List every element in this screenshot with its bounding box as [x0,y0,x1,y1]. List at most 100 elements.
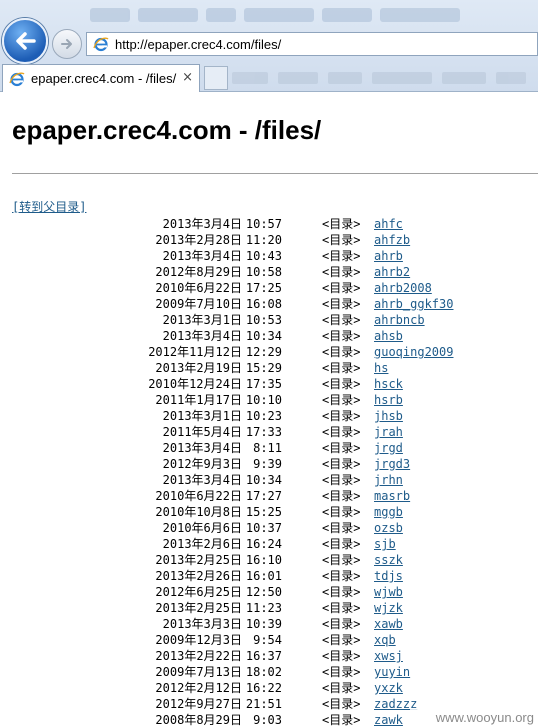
entry-time: 16:24 [245,537,282,551]
entry-date: 2012年11月12日 [148,345,242,359]
table-row: 2009年7月13日 18:02 <目录> yuyin [0,664,538,680]
entry-time: 10:37 [245,521,282,535]
navigation-row: http://epaper.crec4.com/files/ [0,0,538,64]
entry-time: 21:51 [245,697,282,711]
table-row: 2009年7月10日 16:08 <目录> ahrb_ggkf30 [0,296,538,312]
entry-time: 10:43 [245,249,282,263]
entry-type: <目录> [322,313,361,327]
entry-type: <目录> [322,633,361,647]
listing-rows: 2013年3月4日 10:57 <目录> ahfc 2013年2月28日 11:20 <目录… [0,216,538,727]
entry-link[interactable]: zawk [374,712,403,727]
entry-link[interactable]: yxzk [374,680,403,696]
entry-link[interactable]: hsck [374,376,403,392]
table-row: 2013年3月4日 10:34 <目录> ahsb [0,328,538,344]
entry-link[interactable]: ozsb [374,520,403,536]
table-row: 2013年2月19日 15:29 <目录> hs [0,360,538,376]
entry-link[interactable]: ahrb_ggkf30 [374,296,453,312]
entry-date: 2010年6月6日 [162,521,242,535]
entry-link[interactable]: hs [374,360,388,376]
entry-link[interactable]: yuyin [374,664,410,680]
entry-link[interactable]: jrgd [374,440,403,456]
entry-time: 11:20 [245,233,282,247]
entry-link[interactable]: wjwb [374,584,403,600]
entry-type: <目录> [322,569,361,583]
entry-time: 10:57 [245,217,282,231]
table-row: 2013年3月4日 10:43 <目录> ahrb [0,248,538,264]
entry-date: 2010年10月8日 [155,505,242,519]
entry-link[interactable]: jrgd3 [374,456,410,472]
entry-type: <目录> [322,505,361,519]
entry-type: <目录> [322,329,361,343]
entry-date: 2013年2月25日 [155,553,242,567]
entry-link[interactable]: xawb [374,616,403,632]
entry-date: 2013年3月4日 [162,441,242,455]
table-row: 2013年2月6日 16:24 <目录> sjb [0,536,538,552]
entry-time: 10:34 [245,329,282,343]
back-button[interactable] [2,18,48,64]
entry-link[interactable]: ahsb [374,328,403,344]
entry-link[interactable]: jhsb [374,408,403,424]
entry-date: 2009年7月13日 [155,665,242,679]
entry-type: <目录> [322,265,361,279]
entry-link[interactable]: sjb [374,536,396,552]
table-row: 2013年3月4日 8:11 <目录> jrgd [0,440,538,456]
entry-time: 10:58 [245,265,282,279]
entry-date: 2013年3月4日 [162,249,242,263]
forward-button[interactable] [52,29,82,59]
entry-link[interactable]: ahfc [374,216,403,232]
table-row: 2011年1月17日 10:10 <目录> hsrb [0,392,538,408]
entry-link[interactable]: xqb [374,632,396,648]
table-row: 2013年2月25日 16:10 <目录> sszk [0,552,538,568]
address-bar[interactable]: http://epaper.crec4.com/files/ [86,32,538,56]
entry-time: 17:27 [245,489,282,503]
entry-link[interactable]: masrb [374,488,410,504]
divider [12,173,538,174]
entry-date: 2013年2月19日 [155,361,242,375]
entry-date: 2012年9月3日 [162,457,242,471]
entry-date: 2013年2月26日 [155,569,242,583]
entry-link[interactable]: mggb [374,504,403,520]
entry-date: 2013年2月25日 [155,601,242,615]
entry-type: <目录> [322,489,361,503]
entry-type: <目录> [322,601,361,615]
entry-type: <目录> [322,377,361,391]
entry-time: 15:29 [245,361,282,375]
entry-date: 2012年2月12日 [155,681,242,695]
entry-type: <目录> [322,217,361,231]
new-tab-button[interactable] [204,66,228,90]
entry-link[interactable]: ahrb2008 [374,280,432,296]
entry-date: 2012年8月29日 [155,265,242,279]
watermark: www.wooyun.org [410,709,538,727]
entry-link[interactable]: ahrb [374,248,403,264]
table-row: 2013年2月22日 16:37 <目录> xwsj [0,648,538,664]
entry-link[interactable]: ahrbncb [374,312,425,328]
entry-link[interactable]: ahfzb [374,232,410,248]
table-row: 2013年3月4日 10:57 <目录> ahfc [0,216,538,232]
tab-close-icon[interactable]: × [182,70,193,85]
table-row: 2010年6月22日 17:25 <目录> ahrb2008 [0,280,538,296]
tab-title: epaper.crec4.com - /files/ [31,71,177,86]
entry-date: 2011年1月17日 [155,393,242,407]
parent-directory-link[interactable]: [转到父目录] [12,198,86,215]
entry-link[interactable]: hsrb [374,392,403,408]
entry-link[interactable]: xwsj [374,648,403,664]
entry-link[interactable]: tdjs [374,568,403,584]
browser-chrome: http://epaper.crec4.com/files/ epaper.cr… [0,0,538,92]
entry-link[interactable]: guoqing2009 [374,344,453,360]
entry-link[interactable]: ahrb2 [374,264,410,280]
entry-time: 8:11 [253,441,282,455]
entry-link[interactable]: sszk [374,552,403,568]
entry-type: <目录> [322,553,361,567]
entry-link[interactable]: jrhn [374,472,403,488]
entry-type: <目录> [322,249,361,263]
entry-time: 12:50 [245,585,282,599]
entry-link[interactable]: wjzk [374,600,403,616]
entry-time: 17:33 [245,425,282,439]
tab-row: epaper.crec4.com - /files/ × [0,62,538,92]
entry-time: 16:01 [245,569,282,583]
entry-type: <目录> [322,649,361,663]
entry-link[interactable]: jrah [374,424,403,440]
entry-time: 17:25 [245,281,282,295]
tab-active[interactable]: epaper.crec4.com - /files/ × [2,64,200,92]
entry-type: <目录> [322,681,361,695]
